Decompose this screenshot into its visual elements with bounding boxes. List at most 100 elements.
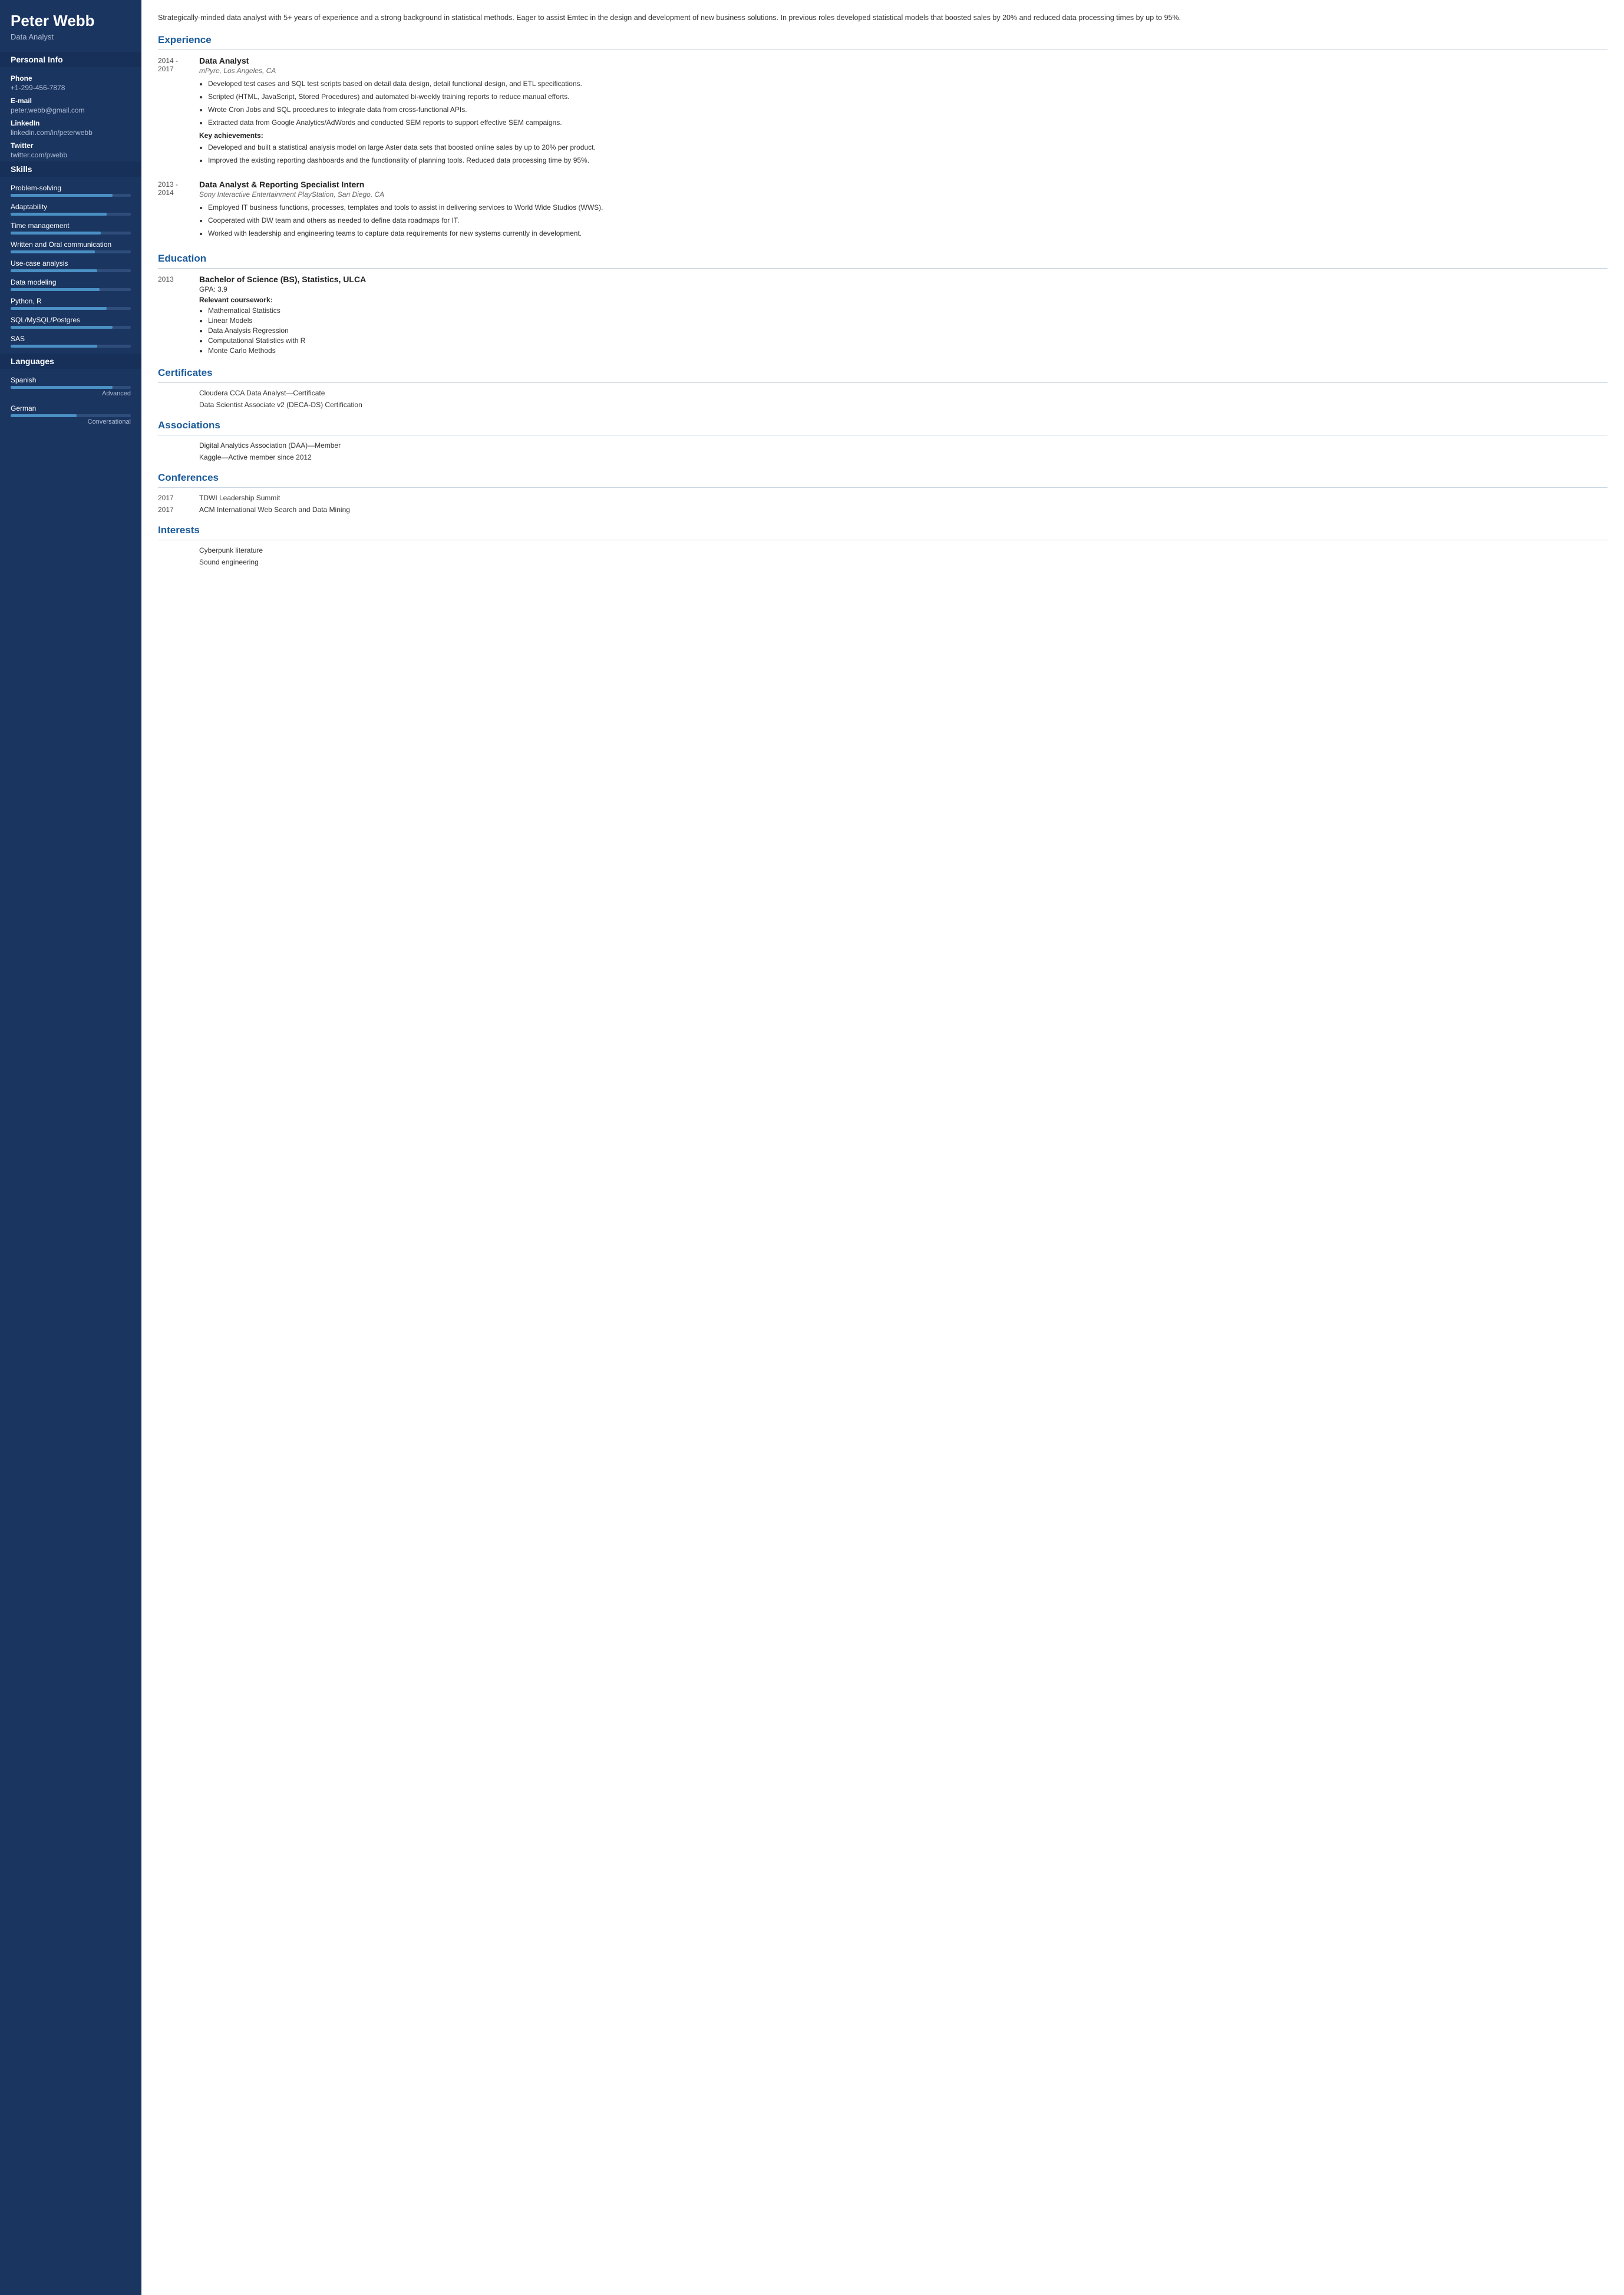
association-item: Kaggle—Active member since 2012 [199, 453, 1608, 461]
linkedin-label: LinkedIn [11, 119, 131, 127]
education-list: 2013 Bachelor of Science (BS), Statistic… [158, 275, 1608, 356]
personal-info-section-title: Personal Info [0, 52, 141, 67]
education-divider [158, 268, 1608, 269]
skill-item: Use-case analysis [11, 259, 131, 272]
language-bar-fill [11, 414, 77, 417]
skill-bar-bg [11, 232, 131, 235]
job-item: 2014 -2017 Data Analyst mPyre, Los Angel… [158, 56, 1608, 169]
bullet-item: Worked with leadership and engineering t… [208, 228, 1608, 239]
skill-item: Python, R [11, 297, 131, 310]
education-section: Education 2013 Bachelor of Science (BS),… [158, 253, 1608, 356]
conferences-section: Conferences 2017 TDWI Leadership Summit … [158, 472, 1608, 514]
twitter-label: Twitter [11, 141, 131, 150]
skill-bar-bg [11, 326, 131, 329]
skill-name: SAS [11, 335, 131, 343]
skill-bar-bg [11, 288, 131, 291]
skill-bar-fill [11, 345, 97, 348]
association-item: Digital Analytics Association (DAA)—Memb… [199, 441, 1608, 450]
skill-item: Data modeling [11, 278, 131, 291]
bullet-item: Scripted (HTML, JavaScript, Stored Proce… [208, 91, 1608, 102]
skill-bar-fill [11, 250, 95, 253]
certificate-item: Data Scientist Associate v2 (DECA-DS) Ce… [199, 401, 1608, 409]
language-item: Spanish Advanced [11, 376, 131, 397]
job-company: mPyre, Los Angeles, CA [199, 67, 1608, 75]
conference-item: 2017 TDWI Leadership Summit [158, 494, 1608, 502]
skill-bar-bg [11, 250, 131, 253]
twitter-value: twitter.com/pwebb [11, 151, 131, 159]
skill-name: Written and Oral communication [11, 240, 131, 249]
language-name: Spanish [11, 376, 131, 384]
interests-section: Interests Cyberpunk literature Sound engi… [158, 524, 1608, 566]
course-item: Data Analysis Regression [208, 326, 1608, 335]
skill-bar-fill [11, 288, 100, 291]
skill-name: Problem-solving [11, 184, 131, 192]
education-item: 2013 Bachelor of Science (BS), Statistic… [158, 275, 1608, 356]
job-details: Data Analyst mPyre, Los Angeles, CA Deve… [199, 56, 1608, 169]
skill-name: Use-case analysis [11, 259, 131, 268]
certificate-item: Cloudera CCA Data Analyst—Certificate [199, 389, 1608, 397]
language-item: German Conversational [11, 404, 131, 425]
certificates-title: Certificates [158, 367, 1608, 379]
achievement-item: Developed and built a statistical analys… [208, 142, 1608, 153]
certificates-list: Cloudera CCA Data Analyst—Certificate Dat… [158, 389, 1608, 409]
skill-bar-fill [11, 307, 107, 310]
skill-item: Time management [11, 222, 131, 235]
interest-item: Sound engineering [199, 558, 1608, 566]
experience-divider [158, 49, 1608, 50]
job-dates: 2014 -2017 [158, 56, 199, 169]
skill-name: SQL/MySQL/Postgres [11, 316, 131, 324]
languages-section-title: Languages [0, 354, 141, 369]
skill-name: Time management [11, 222, 131, 230]
skill-bar-bg [11, 307, 131, 310]
candidate-title: Data Analyst [11, 32, 131, 41]
course-item: Linear Models [208, 316, 1608, 325]
skill-bar-bg [11, 194, 131, 197]
skill-bar-bg [11, 269, 131, 272]
job-details: Data Analyst & Reporting Specialist Inte… [199, 180, 1608, 242]
email-value: peter.webb@gmail.com [11, 106, 131, 114]
certificates-section: Certificates Cloudera CCA Data Analyst—C… [158, 367, 1608, 409]
job-item: 2013 -2014 Data Analyst & Reporting Spec… [158, 180, 1608, 242]
skill-name: Data modeling [11, 278, 131, 286]
edu-details: Bachelor of Science (BS), Statistics, UL… [199, 275, 1608, 356]
course-item: Mathematical Statistics [208, 306, 1608, 315]
skills-list: Problem-solving Adaptability Time manage… [11, 184, 131, 348]
skill-item: Adaptability [11, 203, 131, 216]
interest-item: Cyberpunk literature [199, 546, 1608, 554]
phone-value: +1-299-456-7878 [11, 84, 131, 92]
phone-label: Phone [11, 74, 131, 82]
main-content: Strategically-minded data analyst with 5… [141, 0, 1624, 2295]
job-dates: 2013 -2014 [158, 180, 199, 242]
bullet-item: Employed IT business functions, processe… [208, 202, 1608, 213]
course-item: Computational Statistics with R [208, 336, 1608, 345]
summary-text: Strategically-minded data analyst with 5… [158, 12, 1608, 24]
language-level: Conversational [11, 418, 131, 425]
coursework-label: Relevant coursework: [199, 296, 1608, 304]
language-name: German [11, 404, 131, 412]
bullet-item: Cooperated with DW team and others as ne… [208, 215, 1608, 226]
interests-title: Interests [158, 524, 1608, 536]
conf-name: TDWI Leadership Summit [199, 494, 280, 502]
skill-bar-bg [11, 345, 131, 348]
jobs-list: 2014 -2017 Data Analyst mPyre, Los Angel… [158, 56, 1608, 242]
skill-item: SQL/MySQL/Postgres [11, 316, 131, 329]
linkedin-value: linkedin.com/in/peterwebb [11, 128, 131, 137]
sidebar: Peter Webb Data Analyst Personal Info Ph… [0, 0, 141, 2295]
bullet-item: Developed test cases and SQL test script… [208, 78, 1608, 89]
associations-section: Associations Digital Analytics Associati… [158, 420, 1608, 461]
skill-bar-fill [11, 232, 101, 235]
skill-item: Written and Oral communication [11, 240, 131, 253]
bullet-item: Extracted data from Google Analytics/AdW… [208, 117, 1608, 128]
certificates-divider [158, 382, 1608, 383]
skills-section-title: Skills [0, 161, 141, 177]
skill-item: SAS [11, 335, 131, 348]
language-bar-bg [11, 414, 131, 417]
achievements-label: Key achievements: [199, 131, 1608, 140]
skill-bar-fill [11, 213, 107, 216]
language-level: Advanced [11, 390, 131, 397]
interests-list: Cyberpunk literature Sound engineering [158, 546, 1608, 566]
associations-list: Digital Analytics Association (DAA)—Memb… [158, 441, 1608, 461]
candidate-name: Peter Webb [11, 12, 131, 30]
skill-bar-fill [11, 269, 97, 272]
edu-degree: Bachelor of Science (BS), Statistics, UL… [199, 275, 1608, 284]
